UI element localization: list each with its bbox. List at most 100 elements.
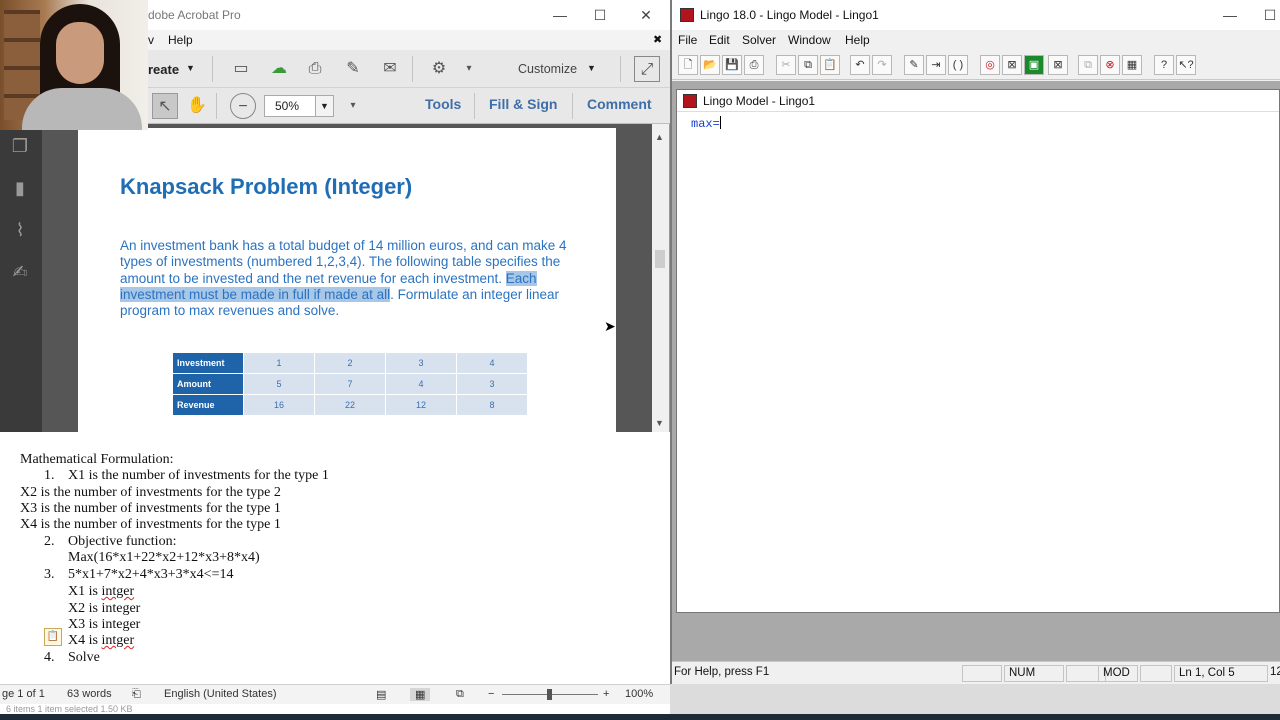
goto-line-icon[interactable]: ⇥ <box>926 55 946 75</box>
close-button[interactable]: ✕ <box>626 0 666 30</box>
word-count[interactable]: 63 words <box>67 688 112 700</box>
menu-help[interactable]: Help <box>845 33 870 47</box>
chevron-down-icon[interactable]: ▼ <box>186 63 195 73</box>
maximize-button[interactable]: ☐ <box>580 0 620 30</box>
paste-options-icon[interactable]: 📋 <box>44 628 62 646</box>
text-line: Mathematical Formulation: <box>20 452 174 467</box>
print-icon[interactable]: ⎙ <box>744 55 764 75</box>
read-mode-icon[interactable]: ▤ <box>376 688 386 701</box>
word-status-bar: ge 1 of 1 63 words ⎗ English (United Sta… <box>0 684 670 704</box>
save-icon[interactable]: 💾 <box>722 55 742 75</box>
menu-view[interactable]: v <box>148 33 154 47</box>
zoom-slider-handle[interactable] <box>547 689 552 700</box>
vertical-scrollbar[interactable]: ▲ ▼ <box>652 130 668 432</box>
zoom-out-button[interactable]: − <box>488 688 494 700</box>
scrollbar-thumb[interactable] <box>655 250 665 268</box>
find-icon[interactable]: ✎ <box>904 55 924 75</box>
comment-button[interactable]: Comment <box>587 96 652 112</box>
zoom-out-icon[interactable]: − <box>230 93 256 119</box>
hand-tool-icon[interactable]: ✋ <box>184 93 210 119</box>
upload-icon[interactable]: ☁ <box>266 56 292 82</box>
signature-icon[interactable]: ✍ <box>8 260 32 284</box>
list-number: 4. <box>44 650 55 665</box>
text-line: X2 is the number of investments for the … <box>20 485 281 500</box>
tile-icon[interactable]: ▦ <box>1122 55 1142 75</box>
zoom-in-button[interactable]: + <box>603 688 609 700</box>
editor-text: max= <box>691 117 720 131</box>
minimize-button[interactable]: — <box>1210 0 1250 30</box>
context-help-icon[interactable]: ↖? <box>1176 55 1196 75</box>
tools-button[interactable]: Tools <box>425 96 461 112</box>
pages-icon[interactable]: ❐ <box>8 134 32 158</box>
lingo-window-title: Lingo 18.0 - Lingo Model - Lingo1 <box>700 8 879 22</box>
send-to-back-icon[interactable]: ⧉ <box>1078 55 1098 75</box>
menu-solver[interactable]: Solver <box>742 33 776 47</box>
language-indicator[interactable]: English (United States) <box>164 688 277 700</box>
text-line: X1 is the number of investments for the … <box>68 468 329 483</box>
status-num: NUM <box>1004 665 1064 682</box>
help-hint: For Help, press F1 <box>674 666 770 678</box>
cut-icon[interactable]: ✂ <box>776 55 796 75</box>
save-icon[interactable]: ▭ <box>228 56 254 82</box>
close-all-icon[interactable]: ⊗ <box>1100 55 1120 75</box>
copy-icon[interactable]: ⧉ <box>798 55 818 75</box>
text-line: X3 is the number of investments for the … <box>20 501 281 516</box>
new-file-icon[interactable]: 🗋 <box>678 55 698 75</box>
maximize-button[interactable]: ☐ <box>1250 0 1280 30</box>
help-topics-icon[interactable]: ? <box>1154 55 1174 75</box>
options-icon[interactable]: ⊠ <box>1048 55 1068 75</box>
page-heading: Knapsack Problem (Integer) <box>120 174 413 199</box>
zoom-dropdown-icon[interactable]: ▼ <box>315 96 333 116</box>
print-layout-icon[interactable]: ▦ <box>410 688 431 701</box>
menu-help[interactable]: Help <box>168 33 193 47</box>
close-document-icon[interactable]: ✖ <box>653 33 662 46</box>
proofing-icon[interactable]: ⎗ <box>132 688 141 701</box>
bookmark-icon[interactable]: ▮ <box>8 176 32 200</box>
select-cursor-icon[interactable]: ↖ <box>152 93 178 119</box>
webcam-video <box>0 0 148 130</box>
more-options-icon[interactable]: ▾ <box>456 56 482 82</box>
table-row: Revenue 16 22 12 8 <box>173 395 527 415</box>
zoom-level[interactable]: 100% <box>625 688 653 700</box>
edit-icon[interactable]: ✎ <box>340 56 366 82</box>
menu-file[interactable]: File <box>678 33 697 47</box>
more-view-options-icon[interactable]: ▾ <box>340 93 366 119</box>
web-layout-icon[interactable]: ⧉ <box>456 688 464 701</box>
lingo-menubar: File Edit Solver Window Help <box>672 30 1280 50</box>
paste-icon[interactable]: 📋 <box>820 55 840 75</box>
text-line: X3 is integer <box>68 617 141 632</box>
redo-icon[interactable]: ↷ <box>872 55 892 75</box>
undo-icon[interactable]: ↶ <box>850 55 870 75</box>
status-extra: 12 <box>1270 666 1280 678</box>
text-cursor <box>719 116 721 129</box>
minimize-button[interactable]: — <box>540 0 580 30</box>
scroll-down-icon[interactable]: ▼ <box>655 418 664 428</box>
model-editor[interactable]: max= <box>691 116 721 131</box>
page-count[interactable]: ge 1 of 1 <box>2 688 45 700</box>
scroll-up-icon[interactable]: ▲ <box>655 132 664 142</box>
solve-icon[interactable]: ◎ <box>980 55 1000 75</box>
match-paren-icon[interactable]: ( ) <box>948 55 968 75</box>
chevron-down-icon[interactable]: ▼ <box>587 63 596 73</box>
lingo-model-window: Lingo Model - Lingo1 max= <box>676 89 1280 613</box>
gear-icon[interactable]: ⚙ <box>426 56 452 82</box>
attachment-icon[interactable]: ⌇ <box>8 218 32 242</box>
create-button[interactable]: reate <box>148 62 179 77</box>
table-cell: 3 <box>386 353 456 373</box>
menu-edit[interactable]: Edit <box>709 33 730 47</box>
solution-icon[interactable]: ⊠ <box>1002 55 1022 75</box>
open-file-icon[interactable]: 📂 <box>700 55 720 75</box>
word-document[interactable]: Mathematical Formulation: 1. X1 is the n… <box>0 432 670 684</box>
menu-window[interactable]: Window <box>788 33 831 47</box>
zoom-input[interactable]: 50% ▼ <box>264 95 334 117</box>
expand-icon[interactable]: ⤢ <box>634 56 660 82</box>
print-icon[interactable]: ⎙ <box>302 56 328 82</box>
matrix-picture-icon[interactable]: ▣ <box>1024 55 1044 75</box>
row-header: Investment <box>173 353 243 373</box>
email-icon[interactable]: ✉ <box>377 56 403 82</box>
customize-button[interactable]: Customize <box>518 62 577 76</box>
fill-sign-button[interactable]: Fill & Sign <box>489 96 557 112</box>
table-cell: 3 <box>457 374 527 394</box>
taskbar <box>0 714 1280 720</box>
pdf-page: Knapsack Problem (Integer) An investment… <box>78 128 616 432</box>
